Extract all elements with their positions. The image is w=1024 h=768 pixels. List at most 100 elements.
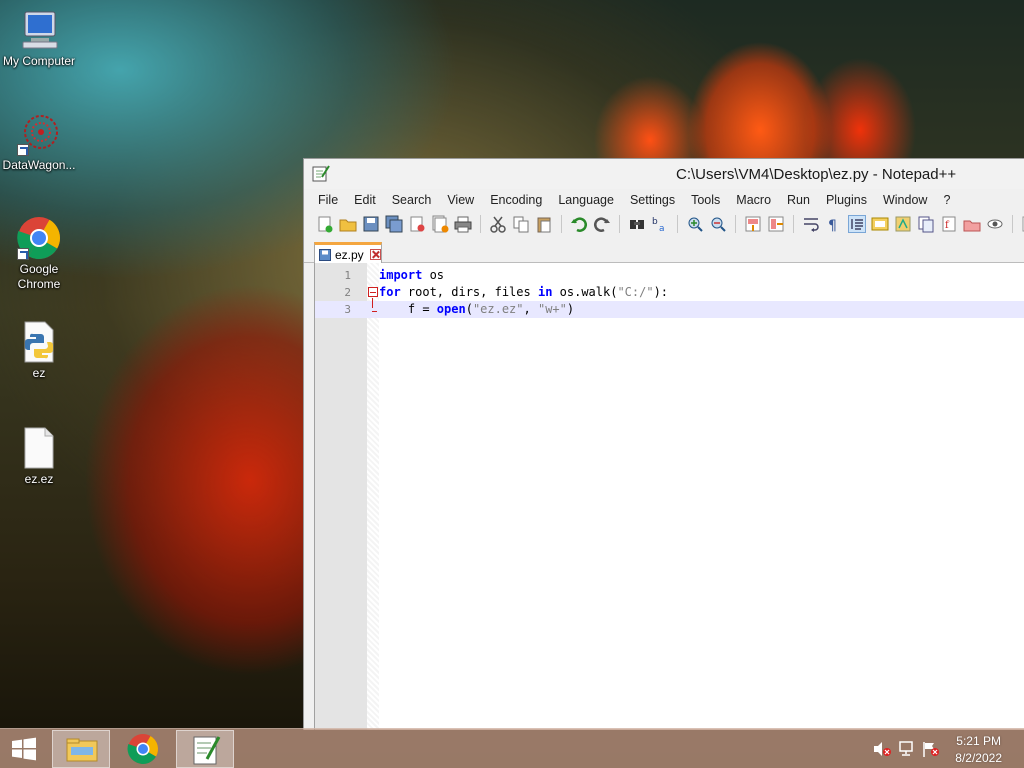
taskbar: 5:21 PM 8/2/2022	[0, 728, 1024, 768]
line-number: 1	[344, 269, 351, 282]
menu-tools[interactable]: Tools	[683, 191, 728, 209]
line-number: 2	[344, 286, 351, 299]
zoom-in-icon[interactable]	[686, 215, 704, 233]
zoom-out-icon[interactable]	[709, 215, 727, 233]
code-text: import os	[379, 268, 445, 282]
sync-horizontal-icon[interactable]	[767, 215, 785, 233]
toolbar-separator	[480, 215, 481, 233]
tab-ez-py[interactable]: ez.py	[314, 242, 382, 264]
fold-margin	[367, 263, 379, 730]
replace-icon[interactable]: ba	[651, 215, 669, 234]
chrome-icon	[127, 734, 159, 765]
clock-time: 5:21 PM	[956, 734, 1001, 748]
desktop-icon-ez-py[interactable]: ez	[0, 320, 78, 381]
toolbar-separator	[735, 215, 736, 233]
copy-icon[interactable]	[512, 215, 530, 233]
monitoring-icon[interactable]	[986, 215, 1004, 233]
taskbar-file-explorer[interactable]	[52, 730, 110, 768]
code-text: for root, dirs, files in os.walk("C:/"):	[379, 285, 669, 299]
save-icon[interactable]	[362, 215, 380, 233]
document-list-icon[interactable]	[917, 215, 935, 233]
desktop-icon-my-computer[interactable]: My Computer	[0, 8, 78, 69]
desktop-icon-label: My Computer	[2, 54, 76, 68]
tab-close-icon[interactable]	[369, 249, 381, 260]
toolbar-separator	[793, 215, 794, 233]
datawagon-icon	[17, 112, 61, 156]
desktop-icon-label: DataWagon...	[2, 158, 76, 172]
desktop-icon-datawagon[interactable]: DataWagon...	[0, 112, 78, 173]
function-list-icon[interactable]: f	[940, 215, 958, 233]
desktop-icon-label: ez	[32, 366, 46, 380]
window-title: C:\Users\VM4\Desktop\ez.py - Notepad++	[676, 166, 957, 183]
close-all-icon[interactable]	[431, 215, 449, 233]
tab-label: ez.py	[335, 247, 364, 262]
document-map-icon[interactable]	[894, 215, 912, 233]
shortcut-arrow-icon	[17, 144, 29, 156]
fold-collapse-icon[interactable]	[368, 287, 378, 297]
sync-vertical-icon[interactable]	[744, 215, 762, 233]
undo-icon[interactable]	[570, 215, 588, 233]
menu-edit[interactable]: Edit	[346, 191, 384, 209]
paste-icon[interactable]	[535, 215, 553, 233]
network-icon[interactable]	[898, 741, 916, 757]
toolbar-separator	[1012, 215, 1013, 233]
desktop-icon-label: ez.ez	[24, 472, 54, 486]
code-editor[interactable]: 1 import os 2 for root, dirs, files in os.w…	[314, 263, 1024, 730]
code-line[interactable]: 1 import os	[315, 267, 1024, 284]
notepadpp-app-icon[interactable]	[312, 165, 330, 182]
line-number: 3	[344, 303, 351, 316]
title-bar[interactable]: C:\Users\VM4\Desktop\ez.py - Notepad++	[304, 159, 1024, 189]
save-all-icon[interactable]	[385, 215, 403, 233]
menu-plugins[interactable]: Plugins	[818, 191, 875, 209]
start-button[interactable]	[8, 735, 40, 763]
menu-language[interactable]: Language	[550, 191, 622, 209]
menu-macro[interactable]: Macro	[728, 191, 779, 209]
clock-date: 8/2/2022	[955, 751, 1002, 765]
menu-settings[interactable]: Settings	[622, 191, 683, 209]
print-icon[interactable]	[454, 215, 472, 233]
desktop-icon-ez-ez[interactable]: ez.ez	[0, 426, 78, 487]
open-file-icon[interactable]	[339, 215, 357, 233]
shortcut-arrow-icon	[17, 248, 29, 260]
code-line[interactable]: 2 for root, dirs, files in os.walk("C:/")…	[315, 284, 1024, 301]
code-text: f = open("ez.ez", "w+")	[379, 302, 575, 316]
menu-help[interactable]: ?	[935, 191, 958, 209]
show-all-characters-icon[interactable]: ¶	[825, 215, 843, 234]
menu-encoding[interactable]: Encoding	[482, 191, 550, 209]
desktop-icon-google-chrome[interactable]: Google Chrome	[0, 216, 78, 292]
desktop-icon-label: Google Chrome	[17, 262, 61, 291]
redo-icon[interactable]	[593, 215, 611, 233]
cut-icon[interactable]	[489, 215, 507, 233]
action-center-flag-icon[interactable]	[922, 741, 940, 757]
menu-view[interactable]: View	[439, 191, 482, 209]
windows-logo-icon	[12, 737, 36, 761]
saved-file-icon	[319, 248, 331, 261]
toolbar: ba ¶ f	[304, 211, 1024, 237]
blank-file-icon	[17, 426, 61, 470]
system-clock[interactable]: 5:21 PM 8/2/2022	[955, 733, 1002, 767]
tab-strip: ez.py	[304, 237, 1024, 264]
taskbar-google-chrome[interactable]	[114, 730, 172, 768]
user-defined-language-icon[interactable]	[871, 215, 889, 233]
notepadpp-window: C:\Users\VM4\Desktop\ez.py - Notepad++ F…	[303, 158, 1024, 730]
code-line[interactable]: 3 f = open("ez.ez", "w+")	[315, 301, 1024, 318]
indent-guide-icon[interactable]	[848, 215, 866, 233]
menu-bar: File Edit Search View Encoding Language …	[304, 189, 1024, 211]
toolbar-separator	[677, 215, 678, 233]
fold-line	[372, 298, 373, 308]
find-icon[interactable]	[628, 215, 646, 233]
volume-muted-icon[interactable]	[873, 741, 891, 757]
close-file-icon[interactable]	[408, 215, 426, 233]
computer-icon	[17, 8, 61, 52]
svg-text:¶: ¶	[828, 218, 837, 233]
new-file-icon[interactable]	[316, 215, 334, 233]
toolbar-separator	[619, 215, 620, 233]
taskbar-notepadpp[interactable]	[176, 730, 234, 768]
menu-file[interactable]: File	[310, 191, 346, 209]
word-wrap-icon[interactable]	[802, 215, 820, 233]
menu-window[interactable]: Window	[875, 191, 935, 209]
toolbar-separator	[561, 215, 562, 233]
menu-search[interactable]: Search	[384, 191, 440, 209]
folder-as-workspace-icon[interactable]	[963, 215, 981, 233]
menu-run[interactable]: Run	[779, 191, 818, 209]
